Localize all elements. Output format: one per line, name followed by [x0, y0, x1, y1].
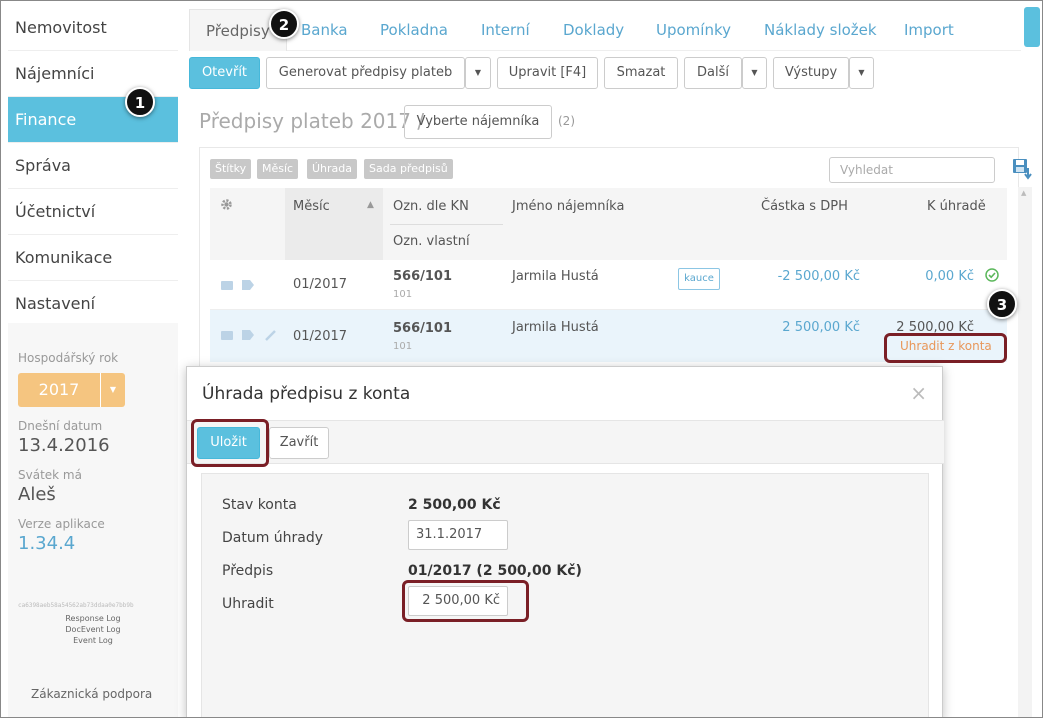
row-kn: 566/101: [393, 321, 453, 336]
sidebar-info-panel: Hospodářský rok 2017 ▼ Dnešní datum 13.4…: [8, 323, 178, 717]
pay-amount-label: Uhradit: [222, 596, 274, 612]
header-divider: [390, 224, 503, 225]
prescription-value: 01/2017 (2 500,00 Kč): [408, 563, 582, 579]
highlight-pay-amount: [402, 580, 529, 622]
tab-import[interactable]: Import: [904, 9, 954, 51]
outputs-button[interactable]: Výstupy: [773, 57, 849, 89]
filter-tag-sada[interactable]: Sada předpisů: [364, 159, 453, 179]
row-amount: 2 500,00 Kč: [782, 320, 860, 335]
row-tenant[interactable]: Jarmila Hustá: [512, 269, 599, 284]
account-balance-label: Stav konta: [222, 497, 297, 513]
modal-form: Stav konta 2 500,00 Kč Datum úhrady 31.1…: [201, 473, 929, 717]
sidebar-item-najemnici[interactable]: Nájemníci: [8, 51, 178, 97]
row-month: 01/2017: [293, 277, 348, 292]
tab-bar: Předpisy Banka Pokladna Interní Doklady …: [189, 9, 1021, 51]
close-button[interactable]: Zavřít: [269, 427, 329, 459]
fiscal-year-select[interactable]: 2017 ▼: [18, 373, 125, 407]
tab-naklady-slozek[interactable]: Náklady složek: [764, 9, 877, 51]
docevent-log-link[interactable]: DocEvent Log: [18, 624, 168, 635]
more-dropdown-icon[interactable]: ▼: [742, 57, 767, 89]
table-header: Měsíc ▲ Ozn. dle KN Ozn. vlastní Jméno n…: [210, 188, 1007, 260]
filter-tag-uhrada[interactable]: Úhrada: [307, 159, 358, 179]
edit-button[interactable]: Upravit [F4]: [497, 57, 598, 89]
generate-button[interactable]: Generovat předpisy plateb: [266, 57, 465, 89]
tab-upominky[interactable]: Upomínky: [656, 9, 731, 51]
account-balance-value: 2 500,00 Kč: [408, 497, 501, 513]
select-tenant-button[interactable]: Vyberte nájemníka: [404, 105, 552, 139]
highlight-pay-link: [884, 333, 1007, 363]
response-log-link[interactable]: Response Log: [18, 613, 168, 624]
row-amount: -2 500,00 Kč: [777, 269, 860, 284]
modal-title: Úhrada předpisu z konta: [202, 384, 411, 404]
tab-doklady[interactable]: Doklady: [563, 9, 624, 51]
filter-tag-mesic[interactable]: Měsíc: [257, 159, 299, 179]
sidebar-item-komunikace[interactable]: Komunikace: [8, 235, 178, 281]
column-header-tenant[interactable]: Jméno nájemníka: [512, 199, 624, 214]
prescription-label: Předpis: [222, 563, 274, 579]
highlight-save-button: [191, 419, 269, 467]
tab-interni[interactable]: Interní: [481, 9, 530, 51]
fiscal-year-value: 2017: [38, 380, 80, 399]
column-header-month[interactable]: Měsíc: [293, 199, 330, 214]
modal-toolbar: Uložit Zavřít: [187, 420, 944, 464]
filter-tag-stitky[interactable]: Štítky: [210, 159, 252, 179]
sidebar: Nemovitost Nájemníci Finance Správa Účet…: [8, 5, 178, 717]
row-month: 01/2017: [293, 329, 348, 344]
payment-date-label: Datum úhrady: [222, 530, 324, 546]
check-circle-icon: [985, 268, 999, 282]
gear-icon[interactable]: [220, 198, 233, 211]
delete-button[interactable]: Smazat: [604, 57, 678, 89]
sidebar-item-sprava[interactable]: Správa: [8, 143, 178, 189]
pay-from-account-modal: Úhrada předpisu z konta × Uložit Zavřít …: [186, 366, 944, 717]
today-value: 13.4.2016: [18, 435, 110, 456]
sidebar-item-ucetnictvi[interactable]: Účetnictví: [8, 189, 178, 235]
sidebar-item-nemovitost[interactable]: Nemovitost: [8, 5, 178, 51]
tab-pokladna[interactable]: Pokladna: [380, 9, 448, 51]
row-icons: [221, 280, 254, 290]
scroll-up-icon[interactable]: ▲: [1021, 189, 1026, 197]
chevron-down-icon[interactable]: ▼: [100, 373, 125, 407]
row-own: 101: [393, 341, 413, 352]
outputs-dropdown-icon[interactable]: ▼: [849, 57, 874, 89]
corner-button[interactable]: [1024, 7, 1040, 47]
version-label: Verze aplikace: [18, 517, 105, 531]
row-to-pay: 0,00 Kč: [925, 269, 974, 284]
column-header-to-pay[interactable]: K úhradě: [927, 199, 986, 214]
close-icon[interactable]: ×: [910, 381, 927, 405]
row-icons: [221, 330, 276, 341]
save-icon[interactable]: [1012, 158, 1032, 180]
today-label: Dnešní datum: [18, 419, 103, 433]
sort-asc-icon[interactable]: ▲: [367, 200, 374, 210]
annotation-badge-1: 1: [125, 87, 155, 117]
sidebar-item-nastaveni[interactable]: Nastavení: [8, 281, 178, 327]
tab-banka[interactable]: Banka: [301, 9, 348, 51]
generate-dropdown-icon[interactable]: ▼: [465, 57, 491, 89]
name-day-value: Aleš: [18, 484, 56, 505]
build-hash: ca6398aeb58a54562ab73ddaa0e7bb9b: [18, 602, 134, 609]
row-tenant[interactable]: Jarmila Hustá: [512, 320, 599, 335]
row-kn: 566/101: [393, 269, 453, 284]
kauce-badge: kauce: [678, 268, 720, 290]
annotation-badge-2: 2: [269, 9, 299, 39]
search-input[interactable]: Vyhledat: [829, 157, 995, 183]
column-header-amount[interactable]: Částka s DPH: [761, 199, 848, 214]
payment-date-field[interactable]: 31.1.2017: [408, 520, 508, 550]
annotation-badge-3: 3: [987, 289, 1017, 319]
page-title: Předpisy plateb 2017 /: [199, 109, 425, 133]
app-window: Nemovitost Nájemníci Finance Správa Účet…: [0, 0, 1043, 718]
open-button[interactable]: Otevřít: [189, 57, 260, 89]
column-header-kn[interactable]: Ozn. dle KN: [393, 199, 469, 214]
event-log-link[interactable]: Event Log: [18, 635, 168, 646]
fiscal-year-label: Hospodářský rok: [18, 351, 119, 365]
column-header-own[interactable]: Ozn. vlastní: [393, 234, 470, 249]
version-value: 1.34.4: [18, 533, 76, 554]
record-count: (2): [558, 114, 575, 128]
table-scrollbar[interactable]: ▲: [1018, 187, 1032, 717]
more-button[interactable]: Další: [684, 57, 742, 89]
table-row[interactable]: 01/2017 566/101 101 Jarmila Hustá kauce …: [210, 260, 1007, 310]
name-day-label: Svátek má: [18, 468, 82, 482]
row-own: 101: [393, 289, 413, 300]
support-link[interactable]: Zákaznická podpora: [31, 687, 152, 701]
